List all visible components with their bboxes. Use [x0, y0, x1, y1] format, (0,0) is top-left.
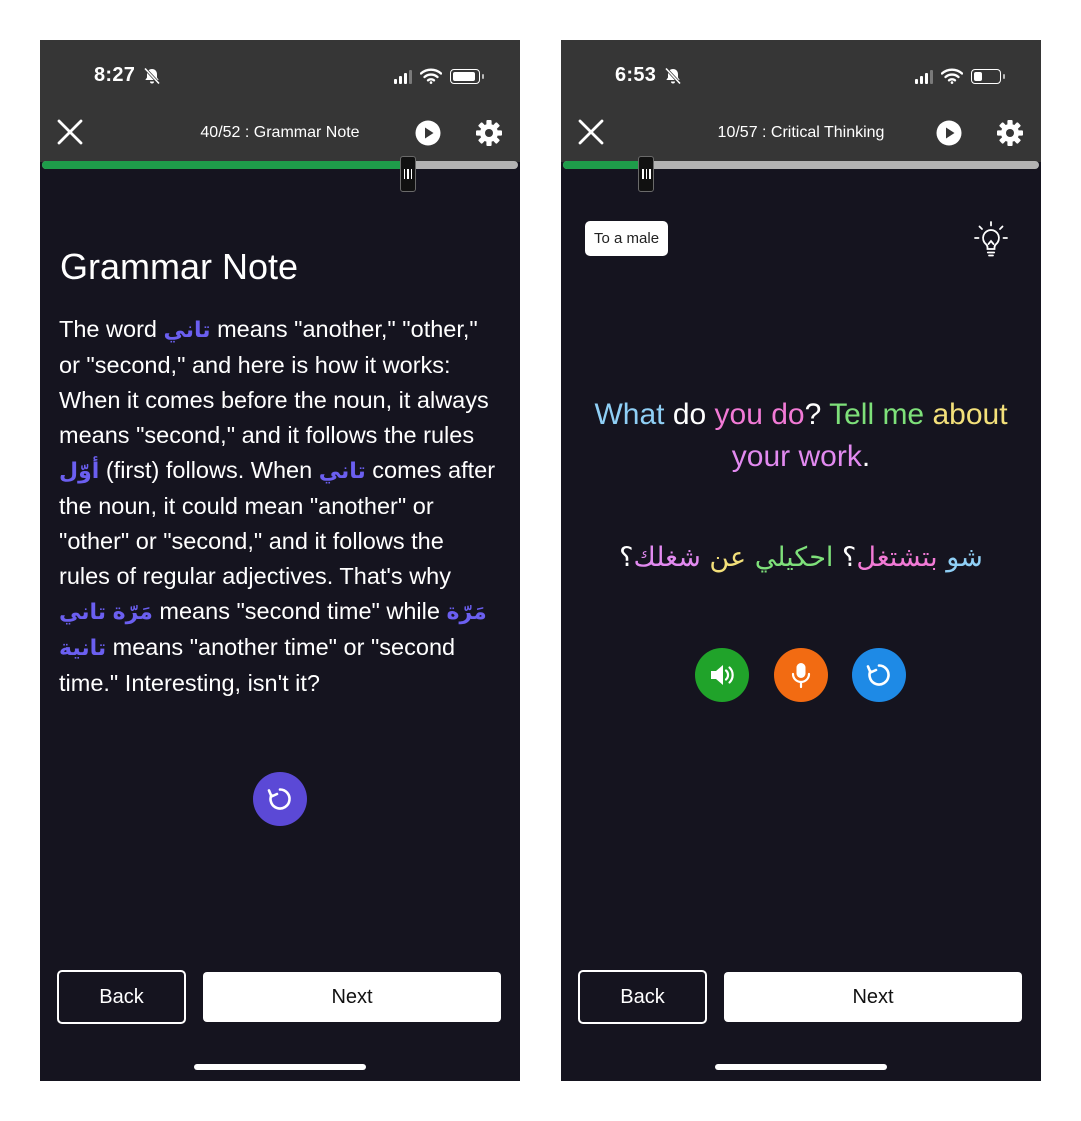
phrase-word: you do: [714, 398, 805, 431]
text-segment: The word: [59, 316, 164, 342]
wifi-icon: [941, 68, 963, 84]
top-bar: 8:27 40/52 : Grammar Note: [40, 40, 520, 162]
back-button[interactable]: Back: [57, 970, 186, 1024]
arabic-phrase: شو بتشتغل؟ احكيلي عن شغلك؟: [581, 538, 1021, 578]
text-segment: means "second time" while: [152, 598, 447, 624]
settings-gear-icon[interactable]: [476, 120, 502, 146]
phone-screen-grammar-note: 8:27 40/52 : Grammar Note Grammar Note T…: [40, 40, 520, 1081]
cell-signal-icon: [915, 69, 933, 84]
phrase-word: .: [861, 440, 871, 473]
arabic-word: تاني: [59, 600, 107, 625]
status-time: 8:27: [94, 64, 136, 86]
close-icon[interactable]: [56, 118, 84, 146]
phrase-word: [938, 542, 947, 573]
lesson-progress-fill: [42, 161, 409, 169]
play-phrase-button[interactable]: [695, 648, 749, 702]
next-button[interactable]: Next: [724, 972, 1022, 1022]
phrase-word: ؟: [833, 542, 857, 573]
battery-level: [453, 71, 475, 81]
phrase-word: عن: [709, 542, 747, 573]
lightbulb-hint-icon[interactable]: [973, 220, 1009, 260]
phrase-word: ?: [804, 398, 830, 431]
page-title: Grammar Note: [60, 246, 299, 287]
phrase-word: What: [594, 398, 665, 431]
phrase-word: شغلك: [633, 542, 701, 573]
lesson-progress-bar[interactable]: [563, 161, 1039, 169]
audience-chip[interactable]: To a male: [585, 221, 669, 256]
phrase-word: Tell me: [829, 398, 925, 431]
text-segment: (first) follows. When: [99, 457, 319, 483]
status-icons: [915, 67, 1005, 85]
home-indicator[interactable]: [715, 1064, 887, 1070]
arabic-word: أوّل: [59, 459, 100, 484]
phrase-word: about: [924, 398, 1008, 431]
replay-button[interactable]: [852, 648, 906, 702]
arabic-word: تانية: [59, 636, 107, 661]
speaker-icon: [711, 665, 734, 685]
cell-signal-icon: [394, 69, 412, 84]
battery-icon: [971, 68, 1005, 84]
phrase-word: do: [664, 398, 715, 431]
silent-bell-icon: [664, 67, 682, 85]
replay-icon: [866, 664, 890, 686]
english-phrase: What do you do? Tell me about your work.: [581, 394, 1021, 478]
lesson-progress-fill: [563, 161, 647, 169]
status-time: 6:53: [615, 64, 657, 86]
home-indicator[interactable]: [194, 1064, 366, 1070]
battery-level: [974, 71, 983, 81]
lesson-progress-title: 40/52 : Grammar Note: [200, 124, 360, 141]
status-icons: [394, 67, 484, 85]
lesson-progress-title: 10/57 : Critical Thinking: [717, 124, 885, 141]
phrase-word: [746, 542, 755, 573]
arabic-word: مَرّة: [446, 600, 487, 625]
record-voice-button[interactable]: [774, 648, 828, 702]
silent-bell-icon: [143, 67, 161, 85]
back-button[interactable]: Back: [578, 970, 707, 1024]
phrase-word: احكيلي: [754, 542, 834, 573]
phrase-word: ؟: [619, 542, 634, 573]
battery-icon: [450, 68, 484, 84]
top-bar: 6:53 10/57 : Critical Thinking: [561, 40, 1041, 162]
replay-icon: [267, 788, 291, 810]
play-audio-icon[interactable]: [936, 120, 962, 146]
arabic-word: تاني: [163, 318, 211, 343]
progress-slider-handle[interactable]: [400, 156, 417, 192]
lesson-progress-bar[interactable]: [42, 161, 518, 169]
phone-screen-critical-thinking: 6:53 10/57 : Critical Thinking To a male…: [561, 40, 1041, 1081]
progress-slider-handle[interactable]: [638, 156, 655, 192]
phrase-word: your work: [731, 440, 862, 473]
next-button[interactable]: Next: [203, 972, 501, 1022]
close-icon[interactable]: [577, 118, 605, 146]
microphone-icon: [791, 663, 811, 689]
phrase-word: بتشتغل: [856, 542, 938, 573]
phrase-word: شو: [946, 542, 983, 573]
replay-button[interactable]: [253, 772, 307, 826]
settings-gear-icon[interactable]: [997, 120, 1023, 146]
play-audio-icon[interactable]: [415, 120, 441, 146]
grammar-note-text: The word تاني means "another," "other," …: [59, 312, 499, 701]
text-segment: means "another time" or "second time." I…: [59, 634, 456, 696]
arabic-word: تاني: [318, 459, 366, 484]
arabic-word: مَرّة: [112, 600, 153, 625]
wifi-icon: [420, 68, 442, 84]
